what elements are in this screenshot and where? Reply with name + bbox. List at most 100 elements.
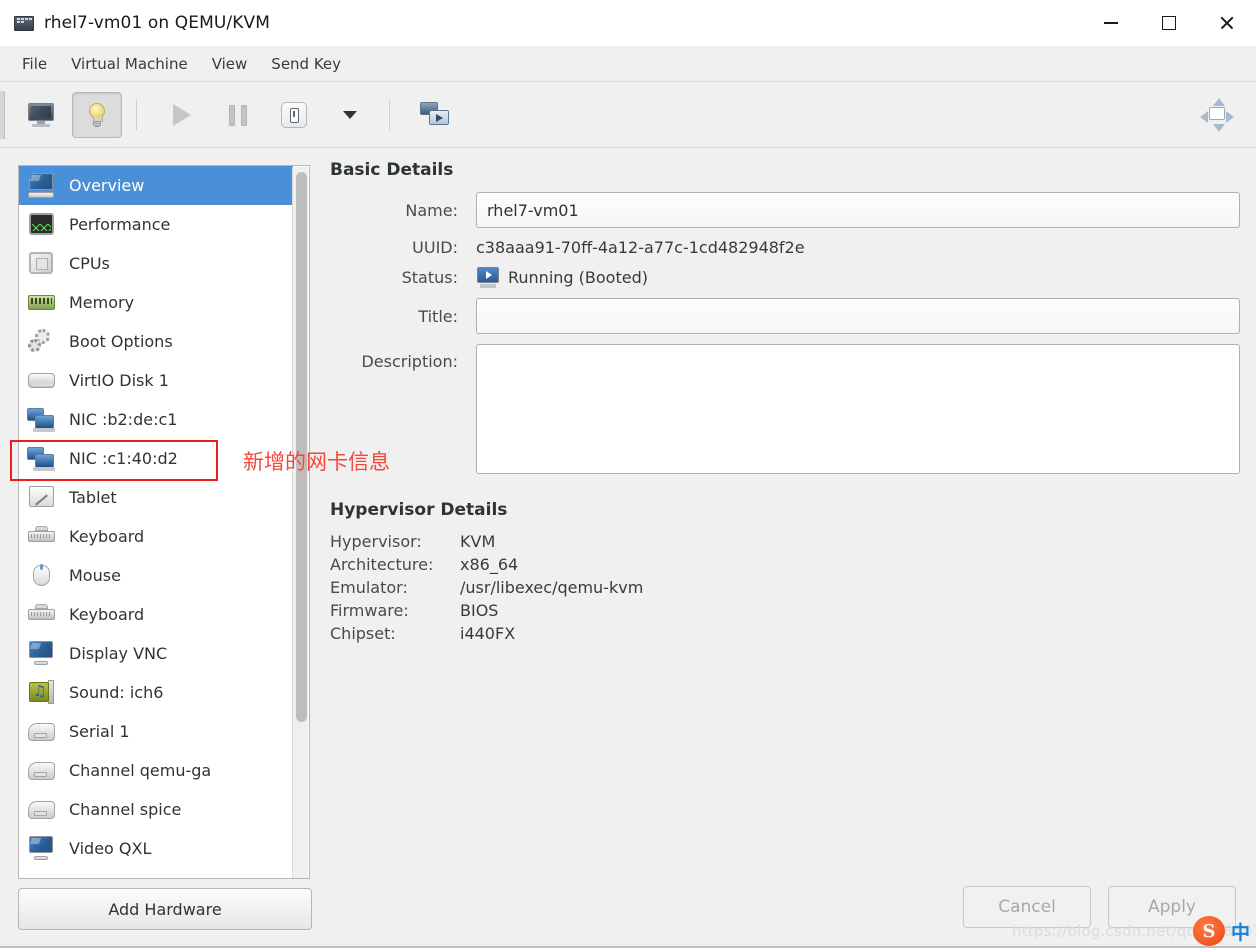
sidebar-item-label: Channel qemu-ga <box>69 761 211 780</box>
serial-icon <box>27 796 57 824</box>
nic-icon <box>27 406 57 434</box>
sidebar-item-channel-spice[interactable]: Channel spice <box>19 790 293 829</box>
sidebar-item-channel-qemu-ga[interactable]: Channel qemu-ga <box>19 751 293 790</box>
basic-details-title: Basic Details <box>330 160 1240 180</box>
play-icon <box>173 104 191 126</box>
pause-button[interactable] <box>213 92 263 138</box>
tablet-icon <box>27 484 57 512</box>
uuid-row: UUID: c38aaa91-70ff-4a12-a77c-1cd482948f… <box>330 238 1240 257</box>
sidebar-item-memory[interactable]: Memory <box>19 283 293 322</box>
sidebar-item-tablet[interactable]: Tablet <box>19 478 293 517</box>
name-row: Name: rhel7-vm01 <box>330 192 1240 228</box>
snapshots-button[interactable] <box>410 92 460 138</box>
sidebar-item-serial-1[interactable]: Serial 1 <box>19 712 293 751</box>
name-label: Name: <box>330 201 476 220</box>
sidebar-item-label: Memory <box>69 293 134 312</box>
hypervisor-row-label: Chipset: <box>330 624 460 643</box>
hypervisor-row-label: Firmware: <box>330 601 460 620</box>
sidebar-item-label: NIC :c1:40:d2 <box>69 449 178 468</box>
cpu-icon <box>27 250 57 278</box>
sidebar-item-nic-b2-de-c1[interactable]: NIC :b2:de:c1 <box>19 400 293 439</box>
status-row: Status: Running (Booted) <box>330 267 1240 288</box>
status-value: Running (Booted) <box>508 268 648 287</box>
sidebar-item-label: CPUs <box>69 254 110 273</box>
sidebar-item-label: Tablet <box>69 488 117 507</box>
title-bar: rhel7-vm01 on QEMU/KVM <box>0 0 1256 47</box>
window-controls <box>1082 0 1256 46</box>
hypervisor-row-value: x86_64 <box>460 555 518 574</box>
console-view-button[interactable] <box>16 92 66 138</box>
minimize-button[interactable] <box>1082 0 1140 46</box>
add-hardware-button[interactable]: Add Hardware <box>18 888 312 930</box>
sidebar-item-label: Video QXL <box>69 839 151 858</box>
close-button[interactable] <box>1198 0 1256 46</box>
mouse-icon <box>27 562 57 590</box>
run-button[interactable] <box>157 92 207 138</box>
hardware-list[interactable]: OverviewPerformance CPUs Memory Boot Option… <box>18 165 310 879</box>
description-textarea[interactable] <box>476 344 1240 474</box>
sogou-ime-icon[interactable]: S <box>1193 916 1225 946</box>
shutdown-button[interactable] <box>269 92 319 138</box>
menu-send-key[interactable]: Send Key <box>261 51 351 77</box>
maximize-button[interactable] <box>1140 0 1198 46</box>
menu-file[interactable]: File <box>12 51 57 77</box>
sidebar-item-virtio-disk-1[interactable]: VirtIO Disk 1 <box>19 361 293 400</box>
keyboard-icon <box>27 523 57 551</box>
hypervisor-row: Hypervisor:KVM <box>330 532 1240 551</box>
sidebar-item-display-vnc[interactable]: Display VNC <box>19 634 293 673</box>
screens-icon <box>420 102 450 128</box>
toolbar-left-edge <box>0 91 5 139</box>
sidebar-item-keyboard[interactable]: Keyboard <box>19 517 293 556</box>
sidebar-item-performance[interactable]: Performance <box>19 205 293 244</box>
monitor-icon <box>27 835 57 863</box>
keyboard-icon <box>27 601 57 629</box>
pause-icon <box>229 105 247 126</box>
hypervisor-row-value: i440FX <box>460 624 515 643</box>
sidebar-item-cpus[interactable]: CPUs <box>19 244 293 283</box>
hypervisor-row-label: Hypervisor: <box>330 532 460 551</box>
monitor-icon <box>27 103 55 127</box>
maximize-icon <box>1162 16 1176 30</box>
sidebar-item-label: Keyboard <box>69 527 144 546</box>
cancel-button[interactable]: Cancel <box>963 886 1091 928</box>
ime-mode-badge[interactable]: 中 <box>1231 918 1250 945</box>
sidebar-item-label: Serial 1 <box>69 722 130 741</box>
sidebar-item-label: NIC :b2:de:c1 <box>69 410 177 429</box>
sound-icon <box>27 679 57 707</box>
toolbar-separator-1 <box>136 100 137 130</box>
title-row: Title: <box>330 298 1240 334</box>
sidebar-item-boot-options[interactable]: Boot Options <box>19 322 293 361</box>
menu-virtual-machine[interactable]: Virtual Machine <box>61 51 198 77</box>
sidebar-item-label: Display VNC <box>69 644 167 663</box>
close-icon <box>1219 15 1235 31</box>
uuid-value: c38aaa91-70ff-4a12-a77c-1cd482948f2e <box>476 238 805 257</box>
toolbar-separator-2 <box>389 100 390 130</box>
graph-icon <box>27 211 57 239</box>
sidebar-item-keyboard[interactable]: Keyboard <box>19 595 293 634</box>
virt-manager-window: rhel7-vm01 on QEMU/KVM File Virtual Mach… <box>0 0 1256 948</box>
details-panel: Basic Details Name: rhel7-vm01 UUID: c38… <box>330 160 1240 860</box>
hypervisor-row: Firmware:BIOS <box>330 601 1240 620</box>
sidebar-item-overview[interactable]: Overview <box>19 166 293 205</box>
sidebar-item-label: Keyboard <box>69 605 144 624</box>
status-label: Status: <box>330 268 476 287</box>
disk-icon <box>27 367 57 395</box>
shutdown-menu-button[interactable] <box>325 92 375 138</box>
sidebar-item-mouse[interactable]: Mouse <box>19 556 293 595</box>
sidebar-item-label: VirtIO Disk 1 <box>69 371 169 390</box>
menu-view[interactable]: View <box>202 51 258 77</box>
menu-bar: File Virtual Machine View Send Key <box>0 46 1256 82</box>
fullscreen-button[interactable] <box>1192 92 1242 138</box>
description-label: Description: <box>330 344 476 371</box>
resize-arrows-icon <box>1200 98 1234 132</box>
name-input[interactable]: rhel7-vm01 <box>476 192 1240 228</box>
hypervisor-details-title: Hypervisor Details <box>330 500 1240 520</box>
title-input[interactable] <box>476 298 1240 334</box>
sidebar-item-video-qxl[interactable]: Video QXL <box>19 829 293 868</box>
serial-icon <box>27 757 57 785</box>
sidebar-item-sound-ich6[interactable]: Sound: ich6 <box>19 673 293 712</box>
title-label: Title: <box>330 307 476 326</box>
details-view-button[interactable] <box>72 92 122 138</box>
sidebar-scrollbar[interactable] <box>292 167 308 879</box>
ime-tray: S 中 <box>1193 916 1250 946</box>
